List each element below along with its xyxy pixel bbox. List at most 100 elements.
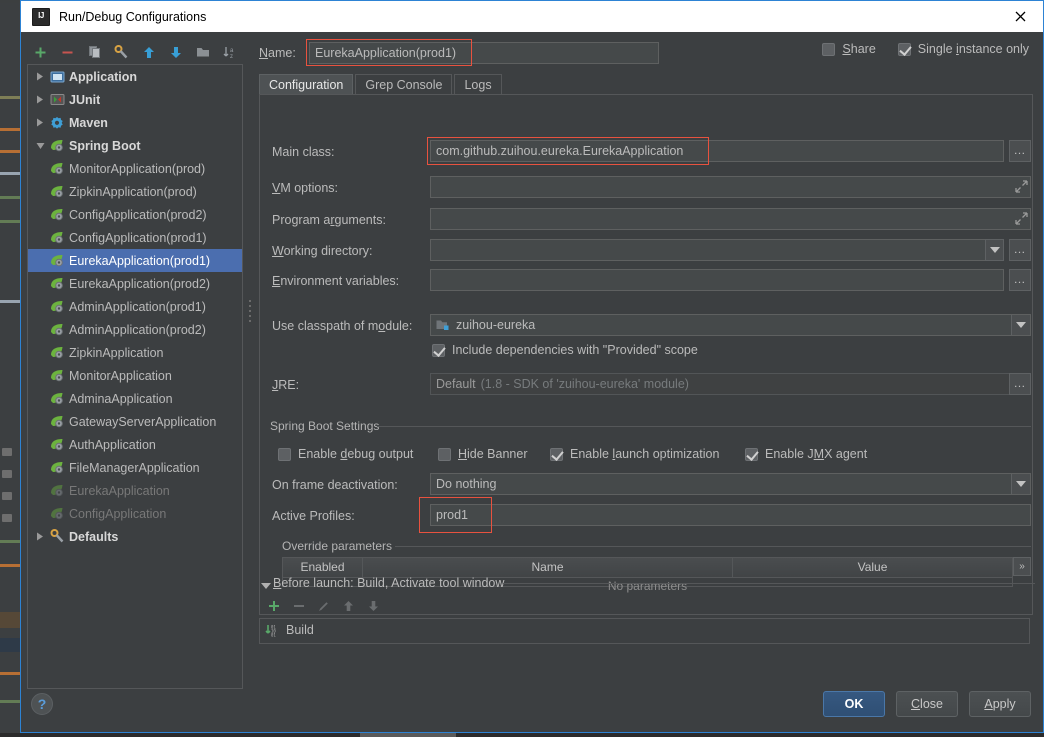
add-configuration-button[interactable] (27, 41, 54, 63)
configurations-tree[interactable]: Application JUnit Maven Spring Boot Moni… (27, 64, 243, 689)
chevron-right-icon[interactable] (32, 525, 48, 548)
close-button[interactable]: Close (896, 691, 958, 717)
edit-templates-wrench-icon[interactable] (108, 41, 135, 63)
spring-boot-icon (48, 483, 66, 499)
vm-options-input[interactable] (430, 176, 1031, 198)
working-directory-input[interactable] (430, 239, 1004, 261)
working-directory-dropdown-icon[interactable] (985, 239, 1004, 261)
single-instance-only-checkbox[interactable]: Single instance only (897, 42, 1029, 56)
share-label: Share (842, 42, 876, 56)
scrollbar-thumb[interactable] (360, 733, 456, 737)
before-launch-title: Before launch: Build, Activate tool wind… (273, 576, 505, 590)
jre-combo[interactable]: Default (1.8 - SDK of 'zuihou-eureka' mo… (430, 373, 1031, 395)
tree-node-monitorapplication[interactable]: MonitorApplication (28, 364, 242, 387)
classpath-module-value: zuihou-eureka (456, 318, 536, 332)
tree-node-filemanagerapplication[interactable]: FileManagerApplication (28, 456, 242, 479)
jre-hint: (1.8 - SDK of 'zuihou-eureka' module) (480, 377, 689, 391)
tree-node-application[interactable]: Application (28, 65, 242, 88)
top-checkboxes: Share Single instance only (822, 42, 1029, 56)
build-icon: 01 10 01 (265, 624, 280, 637)
remove-configuration-button[interactable] (54, 41, 81, 63)
chevron-down-icon[interactable] (32, 134, 48, 157)
name-label: Name: (259, 46, 296, 60)
jre-browse-button[interactable]: … (1009, 373, 1031, 395)
main-class-input[interactable]: com.github.zuihou.eureka.EurekaApplicati… (430, 140, 1004, 162)
tree-node-junit[interactable]: JUnit (28, 88, 242, 111)
tree-node-adminaapplication[interactable]: AdminaApplication (28, 387, 242, 410)
tree-node-label: Application (69, 69, 138, 84)
tree-node-zipkinapplication-prod[interactable]: ZipkinApplication(prod) (28, 180, 242, 203)
environment-variables-input[interactable] (430, 269, 1004, 291)
share-checkbox[interactable]: Share (822, 42, 876, 56)
tree-node-eurekaapplication[interactable]: EurekaApplication (28, 479, 242, 502)
table-column-name[interactable]: Name (363, 558, 733, 577)
vm-options-expand-icon[interactable] (1015, 180, 1028, 196)
spring-boot-settings-label: Spring Boot Settings (270, 419, 386, 433)
tab-grep-console[interactable]: Grep Console (355, 74, 453, 95)
tab-configuration[interactable]: Configuration (259, 74, 354, 95)
tree-node-eurekaapplication-prod2[interactable]: EurekaApplication(prod2) (28, 272, 242, 295)
background-window-scrollbar[interactable] (0, 733, 1044, 737)
table-column-enabled[interactable]: Enabled (283, 558, 363, 577)
tree-node-configapplication-prod1[interactable]: ConfigApplication(prod1) (28, 226, 242, 249)
enable-jmx-agent-checkbox[interactable]: Enable JMX agent (745, 447, 867, 461)
chevron-right-icon[interactable] (32, 65, 48, 88)
hide-banner-checkbox[interactable]: Hide Banner (438, 447, 528, 461)
tree-node-eurekaapplication-prod1[interactable]: EurekaApplication(prod1) (28, 249, 242, 272)
tree-node-defaults[interactable]: Defaults (28, 525, 242, 548)
tree-node-maven[interactable]: Maven (28, 111, 242, 134)
help-button[interactable]: ? (31, 693, 53, 715)
checkbox-box (432, 343, 445, 357)
tree-node-label: Defaults (69, 529, 119, 544)
frame-deactivation-combo[interactable]: Do nothing (430, 473, 1031, 495)
tree-node-configapplication[interactable]: ConfigApplication (28, 502, 242, 525)
chevron-right-icon[interactable] (32, 111, 48, 134)
move-up-button[interactable] (135, 41, 162, 63)
tab-logs[interactable]: Logs (454, 74, 502, 95)
working-directory-browse-button[interactable]: … (1009, 239, 1031, 261)
jre-value: Default (436, 377, 476, 391)
copy-configuration-button[interactable] (81, 41, 108, 63)
apply-button[interactable]: Apply (969, 691, 1031, 717)
classpath-dropdown-icon[interactable] (1011, 315, 1030, 335)
add-task-button[interactable] (261, 596, 286, 616)
before-launch-task-list[interactable]: 01 10 01 Build (259, 618, 1030, 644)
tree-node-label: EurekaApplication(prod2) (69, 276, 211, 291)
enable-debug-output-checkbox[interactable]: Enable debug output (278, 447, 413, 461)
chevron-right-icon[interactable] (32, 88, 48, 111)
tree-node-label: Maven (69, 115, 108, 130)
panel-splitter[interactable] (247, 32, 255, 657)
move-into-folder-button[interactable] (189, 41, 216, 63)
table-column-value[interactable]: Value (733, 558, 1012, 577)
tree-node-adminapplication-prod1[interactable]: AdminApplication(prod1) (28, 295, 242, 318)
configuration-panel: Main class: com.github.zuihou.eureka.Eur… (259, 94, 1033, 615)
tree-node-monitorapplication-prod[interactable]: MonitorApplication(prod) (28, 157, 242, 180)
close-icon[interactable] (997, 1, 1043, 31)
tree-node-spring-boot[interactable]: Spring Boot (28, 134, 242, 157)
table-overflow-button[interactable]: » (1013, 557, 1031, 576)
tree-node-authapplication[interactable]: AuthApplication (28, 433, 242, 456)
frame-deactivation-dropdown-icon[interactable] (1011, 474, 1030, 494)
dialog-titlebar: Run/Debug Configurations (21, 1, 1043, 33)
tree-node-adminapplication-prod2[interactable]: AdminApplication(prod2) (28, 318, 242, 341)
tree-node-zipkinapplication[interactable]: ZipkinApplication (28, 341, 242, 364)
active-profiles-input[interactable]: prod1 (430, 504, 1031, 526)
ok-button[interactable]: OK (823, 691, 885, 717)
classpath-module-combo[interactable]: zuihou-eureka (430, 314, 1031, 336)
enable-launch-optimization-checkbox[interactable]: Enable launch optimization (550, 447, 719, 461)
name-input[interactable] (309, 42, 659, 64)
move-down-button[interactable] (162, 41, 189, 63)
program-arguments-expand-icon[interactable] (1015, 212, 1028, 228)
tree-node-gatewayserverapplication[interactable]: GatewayServerApplication (28, 410, 242, 433)
main-class-browse-button[interactable]: … (1009, 140, 1031, 162)
enable-debug-output-label: Enable debug output (298, 447, 414, 461)
tree-node-configapplication-prod2[interactable]: ConfigApplication(prod2) (28, 203, 242, 226)
checkbox-box (438, 447, 451, 461)
program-arguments-input[interactable] (430, 208, 1031, 230)
before-launch-task-item[interactable]: 01 10 01 Build (260, 619, 1029, 641)
before-launch-collapse-icon[interactable] (261, 583, 271, 589)
environment-variables-browse-button[interactable]: … (1009, 269, 1031, 291)
sort-configurations-button[interactable]: a z (216, 41, 243, 63)
active-profiles-label: Active Profiles: (272, 509, 355, 523)
include-provided-checkbox[interactable]: Include dependencies with "Provided" sco… (432, 343, 698, 357)
